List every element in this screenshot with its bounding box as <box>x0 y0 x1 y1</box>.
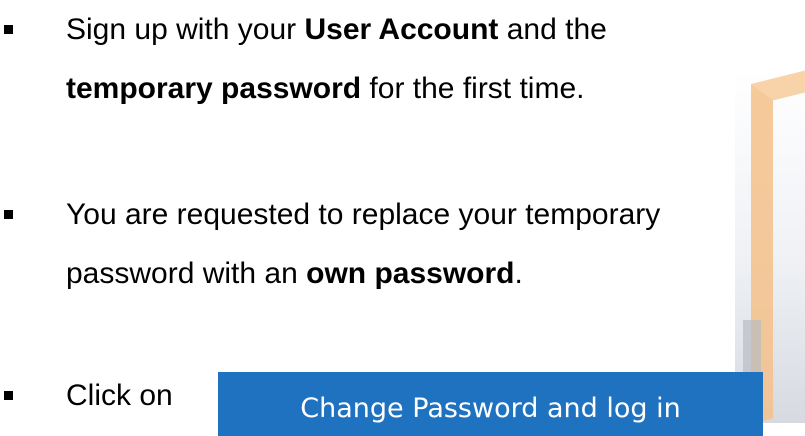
background-decoration <box>735 70 805 423</box>
bold-text-user-account: User Account <box>304 13 499 46</box>
change-password-and-login-button[interactable]: Change Password and log in <box>218 372 763 436</box>
background-shade <box>735 70 805 423</box>
instruction-line: password with an own password. <box>66 244 523 303</box>
square-bullet-icon <box>4 391 13 400</box>
background-frame-shape <box>751 70 805 423</box>
instruction-line: You are requested to replace your tempor… <box>66 198 661 231</box>
text-segment: password with an <box>66 257 307 290</box>
instruction-line: Click on <box>66 379 173 412</box>
square-bullet-icon <box>4 25 13 34</box>
bold-text-temporary-password: temporary password <box>66 72 362 105</box>
text-segment: Sign up with your <box>66 13 305 46</box>
text-segment: . <box>514 257 523 290</box>
text-segment: for the first time. <box>361 72 585 105</box>
square-bullet-icon <box>4 210 13 219</box>
instruction-line: Sign up with your User Account and the <box>66 0 607 59</box>
bold-text-own-password: own password <box>306 257 515 290</box>
instruction-line: temporary password for the first time. <box>66 59 584 118</box>
text-segment: and the <box>498 13 607 46</box>
